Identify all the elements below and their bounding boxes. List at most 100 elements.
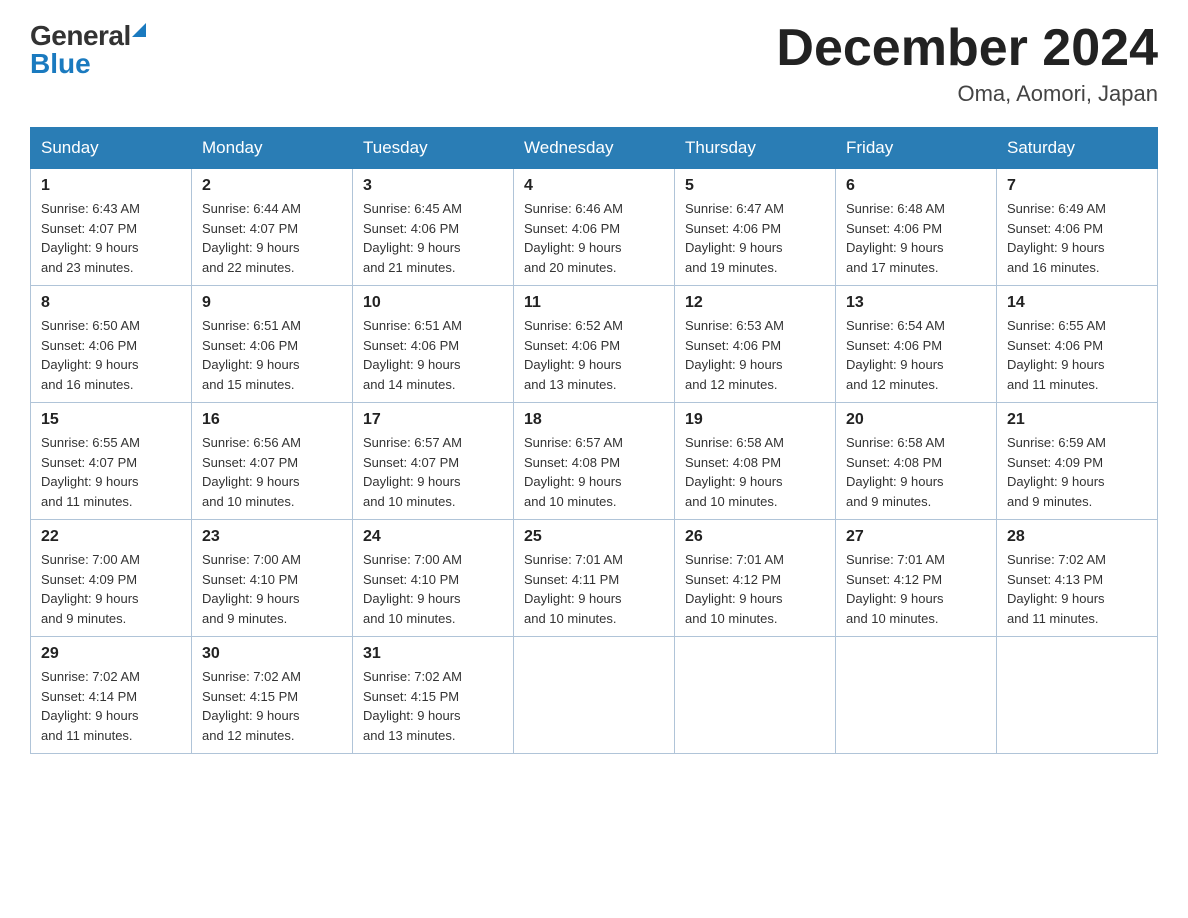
calendar-day-cell: 15 Sunrise: 6:55 AM Sunset: 4:07 PM Dayl… [31,403,192,520]
day-info: Sunrise: 6:57 AM Sunset: 4:08 PM Dayligh… [524,433,664,511]
day-info: Sunrise: 6:57 AM Sunset: 4:07 PM Dayligh… [363,433,503,511]
day-info: Sunrise: 7:01 AM Sunset: 4:11 PM Dayligh… [524,550,664,628]
calendar-day-cell: 10 Sunrise: 6:51 AM Sunset: 4:06 PM Dayl… [353,286,514,403]
day-number: 12 [685,294,825,312]
day-info: Sunrise: 7:01 AM Sunset: 4:12 PM Dayligh… [846,550,986,628]
calendar-day-cell: 8 Sunrise: 6:50 AM Sunset: 4:06 PM Dayli… [31,286,192,403]
calendar-day-cell: 2 Sunrise: 6:44 AM Sunset: 4:07 PM Dayli… [192,169,353,286]
day-number: 31 [363,645,503,663]
day-number: 19 [685,411,825,429]
day-number: 3 [363,177,503,195]
title-area: December 2024 Oma, Aomori, Japan [776,20,1158,107]
calendar-header-row: SundayMondayTuesdayWednesdayThursdayFrid… [31,128,1158,169]
day-info: Sunrise: 6:49 AM Sunset: 4:06 PM Dayligh… [1007,199,1147,277]
calendar-day-cell [997,637,1158,754]
calendar-day-cell: 24 Sunrise: 7:00 AM Sunset: 4:10 PM Dayl… [353,520,514,637]
day-number: 13 [846,294,986,312]
day-info: Sunrise: 7:00 AM Sunset: 4:10 PM Dayligh… [363,550,503,628]
weekday-header: Thursday [675,128,836,169]
day-info: Sunrise: 6:44 AM Sunset: 4:07 PM Dayligh… [202,199,342,277]
weekday-header: Saturday [997,128,1158,169]
day-number: 1 [41,177,181,195]
weekday-header: Wednesday [514,128,675,169]
day-number: 30 [202,645,342,663]
day-info: Sunrise: 6:54 AM Sunset: 4:06 PM Dayligh… [846,316,986,394]
day-number: 25 [524,528,664,546]
calendar-day-cell: 14 Sunrise: 6:55 AM Sunset: 4:06 PM Dayl… [997,286,1158,403]
day-info: Sunrise: 6:47 AM Sunset: 4:06 PM Dayligh… [685,199,825,277]
calendar-day-cell: 21 Sunrise: 6:59 AM Sunset: 4:09 PM Dayl… [997,403,1158,520]
day-number: 9 [202,294,342,312]
day-info: Sunrise: 6:48 AM Sunset: 4:06 PM Dayligh… [846,199,986,277]
day-info: Sunrise: 6:52 AM Sunset: 4:06 PM Dayligh… [524,316,664,394]
calendar-day-cell [514,637,675,754]
calendar-week-row: 1 Sunrise: 6:43 AM Sunset: 4:07 PM Dayli… [31,169,1158,286]
calendar-day-cell: 22 Sunrise: 7:00 AM Sunset: 4:09 PM Dayl… [31,520,192,637]
calendar-day-cell: 29 Sunrise: 7:02 AM Sunset: 4:14 PM Dayl… [31,637,192,754]
calendar-week-row: 8 Sunrise: 6:50 AM Sunset: 4:06 PM Dayli… [31,286,1158,403]
day-info: Sunrise: 6:55 AM Sunset: 4:06 PM Dayligh… [1007,316,1147,394]
day-number: 4 [524,177,664,195]
day-info: Sunrise: 6:53 AM Sunset: 4:06 PM Dayligh… [685,316,825,394]
day-number: 28 [1007,528,1147,546]
calendar-day-cell: 18 Sunrise: 6:57 AM Sunset: 4:08 PM Dayl… [514,403,675,520]
calendar-day-cell: 20 Sunrise: 6:58 AM Sunset: 4:08 PM Dayl… [836,403,997,520]
day-info: Sunrise: 6:58 AM Sunset: 4:08 PM Dayligh… [846,433,986,511]
day-number: 14 [1007,294,1147,312]
calendar-day-cell: 12 Sunrise: 6:53 AM Sunset: 4:06 PM Dayl… [675,286,836,403]
calendar-day-cell [836,637,997,754]
calendar-day-cell: 13 Sunrise: 6:54 AM Sunset: 4:06 PM Dayl… [836,286,997,403]
day-number: 8 [41,294,181,312]
calendar-day-cell: 6 Sunrise: 6:48 AM Sunset: 4:06 PM Dayli… [836,169,997,286]
day-number: 5 [685,177,825,195]
logo-blue-text: Blue [30,48,91,80]
day-number: 26 [685,528,825,546]
day-number: 20 [846,411,986,429]
day-number: 24 [363,528,503,546]
day-info: Sunrise: 7:02 AM Sunset: 4:13 PM Dayligh… [1007,550,1147,628]
calendar-table: SundayMondayTuesdayWednesdayThursdayFrid… [30,127,1158,754]
day-info: Sunrise: 6:55 AM Sunset: 4:07 PM Dayligh… [41,433,181,511]
day-number: 11 [524,294,664,312]
day-number: 7 [1007,177,1147,195]
day-number: 6 [846,177,986,195]
calendar-day-cell: 4 Sunrise: 6:46 AM Sunset: 4:06 PM Dayli… [514,169,675,286]
day-info: Sunrise: 6:43 AM Sunset: 4:07 PM Dayligh… [41,199,181,277]
calendar-week-row: 22 Sunrise: 7:00 AM Sunset: 4:09 PM Dayl… [31,520,1158,637]
day-info: Sunrise: 6:58 AM Sunset: 4:08 PM Dayligh… [685,433,825,511]
day-info: Sunrise: 7:02 AM Sunset: 4:14 PM Dayligh… [41,667,181,745]
calendar-day-cell: 9 Sunrise: 6:51 AM Sunset: 4:06 PM Dayli… [192,286,353,403]
calendar-week-row: 15 Sunrise: 6:55 AM Sunset: 4:07 PM Dayl… [31,403,1158,520]
day-number: 18 [524,411,664,429]
day-info: Sunrise: 7:02 AM Sunset: 4:15 PM Dayligh… [202,667,342,745]
day-number: 23 [202,528,342,546]
day-info: Sunrise: 7:00 AM Sunset: 4:10 PM Dayligh… [202,550,342,628]
day-number: 15 [41,411,181,429]
day-number: 16 [202,411,342,429]
day-number: 17 [363,411,503,429]
day-info: Sunrise: 6:51 AM Sunset: 4:06 PM Dayligh… [202,316,342,394]
weekday-header: Tuesday [353,128,514,169]
calendar-day-cell: 28 Sunrise: 7:02 AM Sunset: 4:13 PM Dayl… [997,520,1158,637]
calendar-week-row: 29 Sunrise: 7:02 AM Sunset: 4:14 PM Dayl… [31,637,1158,754]
calendar-day-cell: 5 Sunrise: 6:47 AM Sunset: 4:06 PM Dayli… [675,169,836,286]
day-info: Sunrise: 6:59 AM Sunset: 4:09 PM Dayligh… [1007,433,1147,511]
weekday-header: Friday [836,128,997,169]
calendar-day-cell [675,637,836,754]
day-number: 2 [202,177,342,195]
calendar-day-cell: 7 Sunrise: 6:49 AM Sunset: 4:06 PM Dayli… [997,169,1158,286]
calendar-day-cell: 27 Sunrise: 7:01 AM Sunset: 4:12 PM Dayl… [836,520,997,637]
day-number: 29 [41,645,181,663]
day-info: Sunrise: 6:46 AM Sunset: 4:06 PM Dayligh… [524,199,664,277]
calendar-day-cell: 30 Sunrise: 7:02 AM Sunset: 4:15 PM Dayl… [192,637,353,754]
calendar-day-cell: 1 Sunrise: 6:43 AM Sunset: 4:07 PM Dayli… [31,169,192,286]
calendar-day-cell: 19 Sunrise: 6:58 AM Sunset: 4:08 PM Dayl… [675,403,836,520]
calendar-day-cell: 3 Sunrise: 6:45 AM Sunset: 4:06 PM Dayli… [353,169,514,286]
calendar-day-cell: 25 Sunrise: 7:01 AM Sunset: 4:11 PM Dayl… [514,520,675,637]
logo-triangle-icon [132,23,146,37]
day-info: Sunrise: 7:00 AM Sunset: 4:09 PM Dayligh… [41,550,181,628]
page-header: General Blue December 2024 Oma, Aomori, … [30,20,1158,107]
calendar-day-cell: 16 Sunrise: 6:56 AM Sunset: 4:07 PM Dayl… [192,403,353,520]
day-info: Sunrise: 6:50 AM Sunset: 4:06 PM Dayligh… [41,316,181,394]
calendar-day-cell: 17 Sunrise: 6:57 AM Sunset: 4:07 PM Dayl… [353,403,514,520]
